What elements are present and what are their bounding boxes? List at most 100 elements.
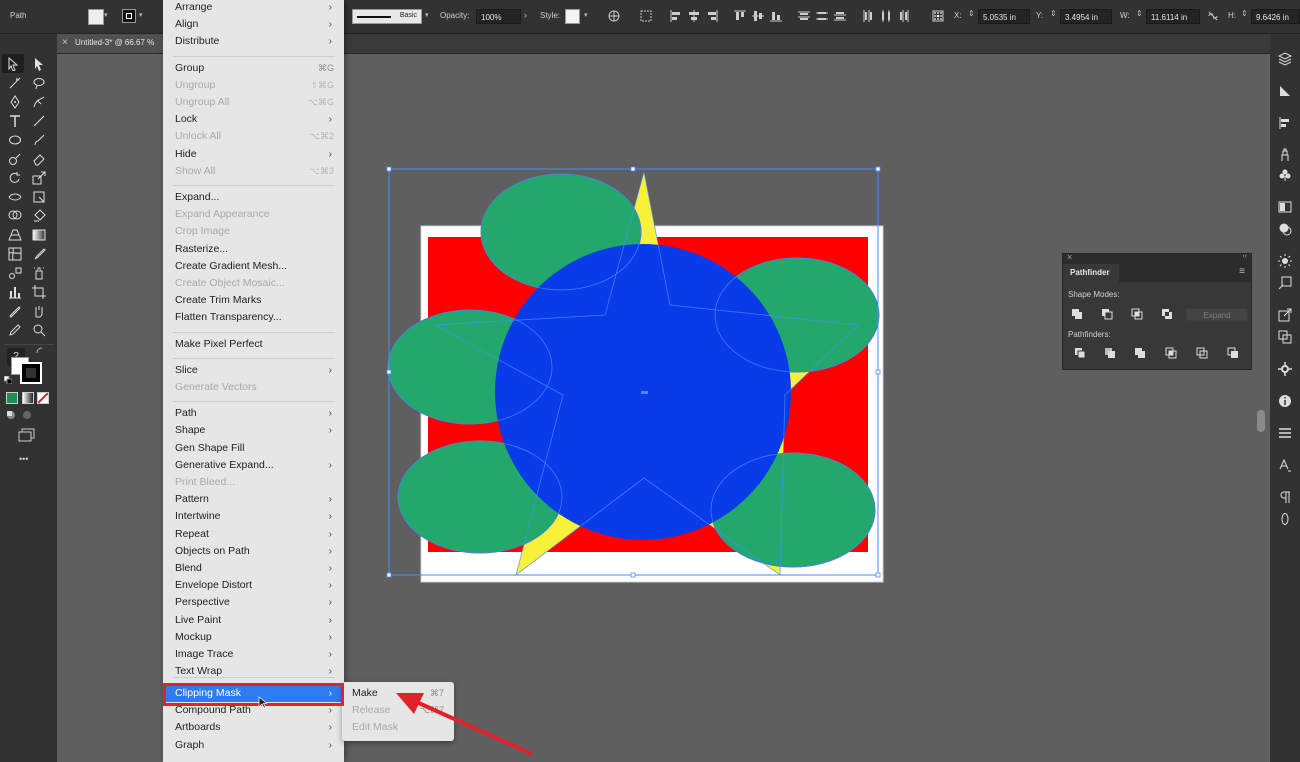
screen-mode-icon[interactable] (18, 428, 36, 442)
gradient-tool-icon[interactable] (32, 228, 46, 242)
close-icon[interactable]: × (1067, 252, 1072, 262)
artboards-panel-icon[interactable] (1278, 330, 1292, 344)
minus-front-icon[interactable] (1101, 308, 1113, 320)
stroke-profile-dropdown[interactable]: Basic (352, 9, 422, 24)
intersect-icon[interactable] (1131, 308, 1143, 320)
stepper-icon[interactable]: ⇕ (968, 9, 975, 18)
y-field[interactable]: 3.4954 in (1060, 9, 1112, 24)
close-icon[interactable]: × (62, 37, 68, 48)
stroke-swatch[interactable] (122, 9, 136, 23)
default-colors-icon[interactable] (3, 375, 13, 385)
direct-selection-tool-icon[interactable] (32, 57, 46, 71)
align-panel-icon[interactable] (1278, 116, 1292, 130)
transparency-icon[interactable] (1278, 222, 1292, 236)
distribute-vertical-center-icon[interactable] (816, 10, 828, 22)
menu-item-mockup[interactable]: Mockup › (163, 629, 344, 646)
distribute-left-icon[interactable] (862, 10, 874, 22)
layers-icon[interactable] (1277, 52, 1293, 66)
selection-tool-icon[interactable] (6, 56, 20, 72)
menu-item-group[interactable]: Group ⌘G (163, 60, 344, 77)
unite-icon[interactable] (1071, 308, 1083, 320)
eyedropper-tool-icon[interactable] (32, 247, 46, 261)
type-tool-icon[interactable] (8, 114, 22, 128)
pen-tool-icon[interactable] (8, 95, 22, 109)
stroke-dropdown-icon[interactable]: ▾ (139, 11, 143, 19)
color-mode-icon[interactable] (6, 392, 18, 404)
crop-icon[interactable] (1165, 347, 1177, 359)
stroke-panel-icon[interactable] (1278, 426, 1292, 440)
menu-item-generative-expand[interactable]: Generative Expand... › (163, 457, 344, 474)
column-graph-tool-icon[interactable] (8, 285, 22, 299)
shaper-tool-icon[interactable] (8, 152, 22, 166)
distribute-horizontal-center-icon[interactable] (880, 10, 892, 22)
chevron-right-icon[interactable]: › (524, 10, 527, 20)
trim-icon[interactable] (1104, 347, 1116, 359)
outline-icon[interactable] (1196, 347, 1208, 359)
swap-colors-icon[interactable] (36, 346, 44, 354)
line-segment-tool-icon[interactable] (32, 114, 46, 128)
menu-item-pattern[interactable]: Pattern › (163, 491, 344, 508)
blend-tool-icon[interactable] (8, 266, 22, 280)
panel-scrollbar-thumb[interactable] (1257, 410, 1265, 432)
menu-item-slice[interactable]: Slice › (163, 362, 344, 379)
distribute-top-icon[interactable] (798, 10, 810, 22)
appearance-icon[interactable] (1278, 254, 1292, 268)
width-tool-icon[interactable] (8, 190, 22, 204)
tab-pathfinder[interactable]: Pathfinder (1063, 264, 1119, 282)
menu-item-graph[interactable]: Graph › (163, 737, 344, 754)
align-to-icon[interactable] (640, 10, 652, 22)
align-vertical-center-icon[interactable] (752, 10, 764, 22)
menu-item-live-paint[interactable]: Live Paint › (163, 612, 344, 629)
menu-item-create-trim-marks[interactable]: Create Trim Marks (163, 292, 344, 309)
ellipse-tool-icon[interactable] (8, 133, 22, 147)
draw-normal-icon[interactable] (6, 410, 16, 420)
stroke-color-swatch[interactable] (20, 362, 42, 384)
magic-wand-tool-icon[interactable] (8, 76, 22, 90)
menu-item-align[interactable]: Align › (163, 16, 344, 33)
menu-item-rasterize[interactable]: Rasterize... (163, 241, 344, 258)
more-tools-icon[interactable]: ••• (19, 454, 28, 464)
menu-item-blend[interactable]: Blend › (163, 560, 344, 577)
panel-menu-icon[interactable]: ≡ (1239, 266, 1245, 277)
fill-swatch[interactable] (88, 9, 104, 25)
minus-back-icon[interactable] (1227, 347, 1239, 359)
hand-tool-icon[interactable] (32, 304, 46, 318)
align-top-icon[interactable] (734, 10, 746, 22)
menu-item-gen-shape-fill[interactable]: Gen Shape Fill (163, 440, 344, 457)
stepper-icon[interactable]: ⇕ (1136, 9, 1143, 18)
distribute-bottom-icon[interactable] (834, 10, 846, 22)
scale-tool-icon[interactable] (32, 171, 46, 185)
draw-behind-icon[interactable] (22, 410, 32, 420)
menu-item-hide[interactable]: Hide › (163, 146, 344, 163)
constrain-proportions-icon[interactable] (1207, 10, 1219, 22)
distribute-right-icon[interactable] (898, 10, 910, 22)
curvature-tool-icon[interactable] (32, 95, 46, 109)
rotate-tool-icon[interactable] (8, 171, 22, 185)
menu-item-envelope-distort[interactable]: Envelope Distort › (163, 577, 344, 594)
stepper-icon[interactable]: ⇕ (1050, 9, 1057, 18)
free-transform-tool-icon[interactable] (32, 190, 46, 204)
exclude-icon[interactable] (1161, 308, 1173, 320)
paintbrush-tool-icon[interactable] (32, 133, 46, 147)
menu-item-expand[interactable]: Expand... (163, 189, 344, 206)
x-field[interactable]: 5.0535 in (978, 9, 1030, 24)
mesh-tool-icon[interactable] (8, 247, 22, 261)
pencil-tool-icon[interactable] (8, 323, 22, 337)
chevron-down-icon[interactable]: ▾ (584, 11, 588, 19)
reference-point-icon[interactable] (932, 10, 944, 22)
artboard-tool-icon[interactable] (32, 285, 46, 299)
properties-icon[interactable] (1278, 84, 1292, 98)
info-icon[interactable] (1278, 394, 1292, 408)
image-trace-icon[interactable] (1278, 276, 1292, 290)
menu-item-flatten-transparency[interactable]: Flatten Transparency... (163, 309, 344, 326)
chevron-down-icon[interactable]: ▾ (425, 11, 429, 19)
menu-item-lock[interactable]: Lock › (163, 111, 344, 128)
zoom-tool-icon[interactable] (32, 323, 46, 337)
opacity-field[interactable]: 100% (476, 9, 521, 24)
shape-builder-tool-icon[interactable] (8, 209, 22, 223)
live-paint-bucket-icon[interactable] (32, 209, 46, 223)
gradient-mode-icon[interactable] (22, 392, 34, 404)
menu-item-arrange[interactable]: Arrange › (163, 0, 344, 16)
menu-item-shape[interactable]: Shape › (163, 422, 344, 439)
paragraph-icon[interactable] (1278, 490, 1292, 504)
